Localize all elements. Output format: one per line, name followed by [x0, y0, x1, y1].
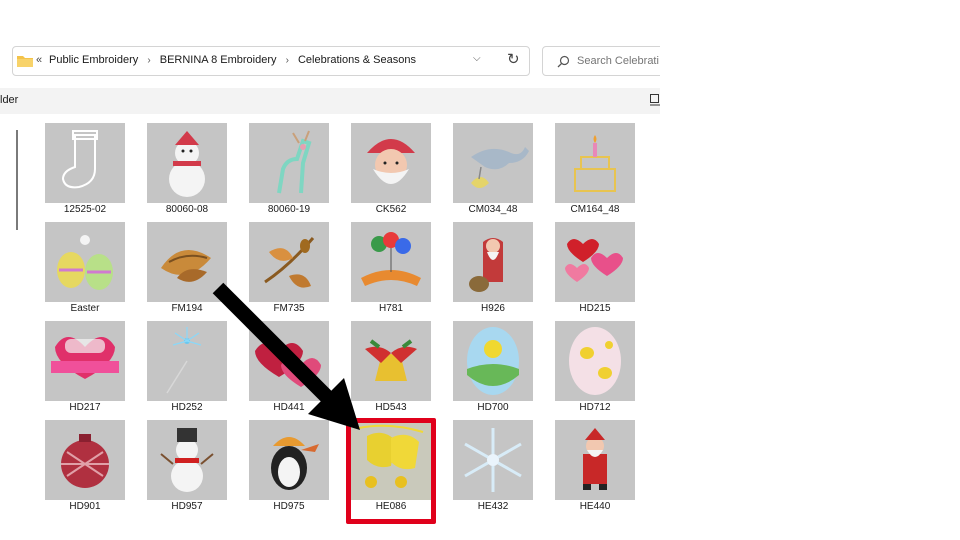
breadcrumb-item-bernina[interactable]: BERNINA 8 Embroidery — [160, 54, 277, 66]
file-tile-ck562[interactable]: CK562 — [350, 122, 432, 221]
address-dropdown-icon[interactable]: ⌵ — [473, 53, 481, 64]
file-tile-hd700[interactable]: HD700 — [452, 320, 534, 419]
file-name-label: H926 — [481, 303, 505, 314]
file-name-label: HD975 — [273, 501, 305, 512]
file-name-label: 80060-19 — [267, 204, 311, 215]
santa-sack-thumbnail — [453, 222, 533, 302]
cake-thumbnail — [555, 123, 635, 203]
easter-eggs-thumbnail — [45, 222, 125, 302]
santa-standing-thumbnail — [555, 420, 635, 500]
file-tile-h926[interactable]: H926 — [452, 221, 534, 320]
file-tile-he440[interactable]: HE440 — [554, 419, 636, 518]
breadcrumb-separator-icon: › — [147, 55, 151, 66]
file-name-label: CM164_48 — [570, 204, 620, 215]
file-tile-he432[interactable]: HE432 — [452, 419, 534, 518]
file-tile-80060-19[interactable]: 80060-19 — [248, 122, 330, 221]
command-bar: lder — [0, 88, 660, 114]
search-box[interactable] — [542, 46, 660, 76]
overflow-chevron-icon[interactable]: « — [36, 54, 42, 66]
file-tile-80060-08[interactable]: 80060-08 — [146, 122, 228, 221]
file-name-label: HE440 — [579, 501, 611, 512]
ornament-thumbnail — [45, 420, 125, 500]
deer-thumbnail — [249, 123, 329, 203]
new-folder-label[interactable]: lder — [0, 94, 18, 106]
file-name-label: HD712 — [579, 402, 611, 413]
details-pane-icon[interactable] — [650, 94, 660, 106]
file-tile-cm164_48[interactable]: CM164_48 — [554, 122, 636, 221]
snowman-thumbnail — [147, 123, 227, 203]
refresh-icon[interactable]: ↻ — [507, 50, 520, 68]
navigation-pane — [0, 114, 16, 526]
file-name-label: Easter — [70, 303, 100, 314]
snowflake-thumbnail — [453, 420, 533, 500]
file-name-label: 80060-08 — [165, 204, 209, 215]
file-name-label: HD217 — [69, 402, 101, 413]
file-name-label: HD901 — [69, 501, 101, 512]
breadcrumb-item-public-embroidery[interactable]: Public Embroidery — [49, 54, 138, 66]
file-tile-easter[interactable]: Easter — [44, 221, 126, 320]
file-name-label: CK562 — [375, 204, 407, 215]
arrow-annotation-icon — [212, 282, 360, 430]
search-input[interactable] — [577, 52, 660, 70]
file-tile-hd901[interactable]: HD901 — [44, 419, 126, 518]
breadcrumb-separator-icon: › — [285, 55, 289, 66]
file-tile-hd712[interactable]: HD712 — [554, 320, 636, 419]
search-icon — [557, 55, 570, 68]
file-tile-hd215[interactable]: HD215 — [554, 221, 636, 320]
santa-face-thumbnail — [351, 123, 431, 203]
file-name-label: HD700 — [477, 402, 509, 413]
stocking-thumbnail — [45, 123, 125, 203]
file-tile-cm034_48[interactable]: CM034_48 — [452, 122, 534, 221]
chick-egg-thumbnail — [555, 321, 635, 401]
file-tile-12525-02[interactable]: 12525-02 — [44, 122, 126, 221]
breadcrumb: Public Embroidery › BERNINA 8 Embroidery… — [49, 54, 416, 66]
file-tile-hd217[interactable]: HD217 — [44, 320, 126, 419]
stork-thumbnail — [453, 123, 533, 203]
file-name-label: CM034_48 — [468, 204, 518, 215]
heart-balloons-thumbnail — [555, 222, 635, 302]
file-name-label: HE432 — [477, 501, 509, 512]
file-name-label: HD957 — [171, 501, 203, 512]
breadcrumb-item-celebrations[interactable]: Celebrations & Seasons — [298, 54, 416, 66]
file-name-label: HD215 — [579, 303, 611, 314]
address-bar[interactable]: « Public Embroidery › BERNINA 8 Embroide… — [12, 46, 530, 76]
file-name-label: 12525-02 — [63, 204, 107, 215]
folder-icon — [17, 56, 33, 67]
sun-egg-thumbnail — [453, 321, 533, 401]
valentine-thumbnail — [45, 321, 125, 401]
